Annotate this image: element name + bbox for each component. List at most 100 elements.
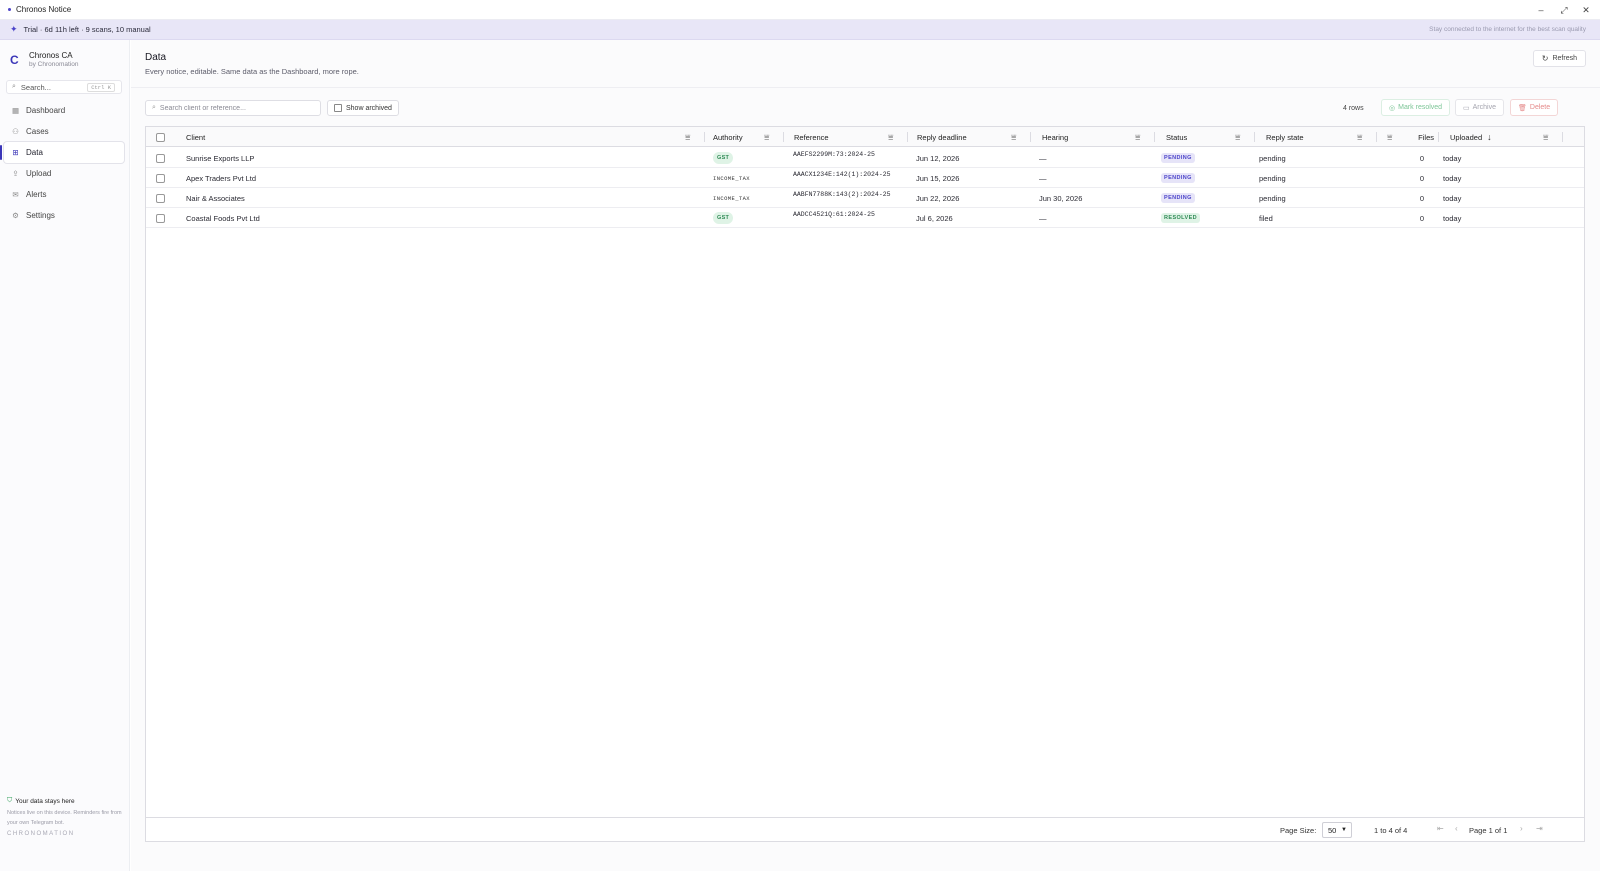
- uploaded-filter-icon[interactable]: ⩸: [1543, 127, 1548, 147]
- column-separator[interactable]: [907, 132, 908, 142]
- reference-cell[interactable]: AAACX1234E:142(1):2024-25: [793, 168, 891, 188]
- reference-cell[interactable]: AAEFS2299M:73:2024-25: [793, 148, 875, 168]
- column-separator[interactable]: [1030, 132, 1031, 142]
- files-cell[interactable]: 0: [1408, 168, 1424, 188]
- archive-button[interactable]: ▭ Archive: [1455, 99, 1504, 116]
- reply-state-cell[interactable]: pending: [1259, 148, 1286, 168]
- column-header-uploaded[interactable]: Uploaded ↓: [1450, 127, 1492, 147]
- sidebar-item-alerts[interactable]: ✉ Alerts: [4, 184, 124, 205]
- column-header-files[interactable]: Files: [1410, 127, 1434, 147]
- archive-label: Archive: [1472, 104, 1496, 111]
- table-search[interactable]: ⌕: [145, 100, 321, 116]
- row-checkbox[interactable]: [156, 193, 165, 203]
- connectivity-hint: Stay connected to the internet for the b…: [1429, 26, 1586, 33]
- reply-state-filter-icon[interactable]: ⩸: [1357, 127, 1362, 147]
- next-page-icon[interactable]: ›: [1520, 824, 1523, 833]
- sidebar-search[interactable]: ⌕ Search... Ctrl K: [6, 80, 122, 94]
- hearing-filter-icon[interactable]: ⩸: [1135, 127, 1140, 147]
- table-row[interactable]: Apex Traders Pvt Ltd INCOME_TAX AAACX1234E…: [146, 168, 1584, 188]
- authority-filter-icon[interactable]: ⩸: [764, 127, 769, 147]
- deadline-cell[interactable]: Jun 12, 2026: [916, 148, 959, 168]
- column-separator[interactable]: [1376, 132, 1377, 142]
- authority-cell[interactable]: GST: [713, 208, 734, 228]
- brand[interactable]: C Chronos CA by Chronomation: [10, 51, 79, 68]
- sidebar-item-upload[interactable]: ⇪ Upload: [4, 163, 124, 184]
- column-separator[interactable]: [783, 132, 784, 142]
- uploaded-cell[interactable]: today: [1443, 188, 1461, 208]
- show-archived-toggle[interactable]: Show archived: [327, 100, 399, 116]
- column-separator[interactable]: [704, 132, 705, 142]
- client-cell[interactable]: Coastal Foods Pvt Ltd: [186, 208, 260, 228]
- column-header-reference[interactable]: Reference: [794, 127, 829, 147]
- refresh-button[interactable]: ↻ Refresh: [1532, 50, 1586, 67]
- reply-state-cell[interactable]: filed: [1259, 208, 1273, 228]
- authority-cell[interactable]: GST: [713, 148, 734, 168]
- reference-cell[interactable]: AABFN7788K:143(2):2024-25: [793, 188, 891, 208]
- table-row[interactable]: Sunrise Exports LLP GST AAEFS2299M:73:2024…: [146, 148, 1584, 168]
- mark-resolved-button[interactable]: ◎ Mark resolved: [1381, 99, 1451, 116]
- select-all-checkbox[interactable]: [156, 132, 165, 142]
- authority-cell[interactable]: INCOME_TAX: [713, 188, 750, 208]
- row-checkbox[interactable]: [156, 213, 165, 223]
- first-page-icon[interactable]: ⇤: [1437, 824, 1444, 833]
- deadline-filter-icon[interactable]: ⩸: [1011, 127, 1016, 147]
- column-separator[interactable]: [1562, 132, 1563, 142]
- authority-cell[interactable]: INCOME_TAX: [713, 168, 750, 188]
- status-filter-icon[interactable]: ⩸: [1235, 127, 1240, 147]
- files-cell[interactable]: 0: [1408, 208, 1424, 228]
- row-checkbox[interactable]: [156, 153, 165, 163]
- deadline-cell[interactable]: Jun 22, 2026: [916, 188, 959, 208]
- reference-cell[interactable]: AADCC4521Q:61:2024-25: [793, 208, 875, 228]
- files-cell[interactable]: 0: [1408, 188, 1424, 208]
- column-header-reply-state[interactable]: Reply state: [1266, 127, 1304, 147]
- table-row[interactable]: Nair & Associates INCOME_TAX AABFN7788K:14…: [146, 188, 1584, 208]
- hearing-cell[interactable]: Jun 30, 2026: [1039, 188, 1082, 208]
- column-header-authority[interactable]: Authority: [713, 127, 743, 147]
- deadline-cell[interactable]: Jun 15, 2026: [916, 168, 959, 188]
- sidebar-item-settings[interactable]: ⚙ Settings: [4, 205, 124, 226]
- deadline-cell[interactable]: Jul 6, 2026: [916, 208, 953, 228]
- status-cell[interactable]: PENDING: [1161, 168, 1195, 188]
- reply-state-cell[interactable]: pending: [1259, 188, 1286, 208]
- client-cell[interactable]: Nair & Associates: [186, 188, 245, 208]
- reference-filter-icon[interactable]: ⩸: [888, 127, 893, 147]
- hearing-cell[interactable]: —: [1039, 148, 1047, 168]
- status-cell[interactable]: RESOLVED: [1161, 208, 1201, 228]
- client-filter-icon[interactable]: ⩸: [685, 127, 690, 147]
- page-subtitle: Every notice, editable. Same data as the…: [145, 67, 359, 76]
- table-row[interactable]: Coastal Foods Pvt Ltd GST AADCC4521Q:61:20…: [146, 208, 1584, 228]
- column-header-client[interactable]: Client: [186, 127, 205, 147]
- check-circle-icon: ◎: [1389, 104, 1396, 112]
- column-separator[interactable]: [1254, 132, 1255, 142]
- show-archived-checkbox[interactable]: [334, 104, 342, 112]
- column-header-status[interactable]: Status: [1166, 127, 1187, 147]
- hearing-cell[interactable]: —: [1039, 168, 1047, 188]
- status-cell[interactable]: PENDING: [1161, 188, 1195, 208]
- close-button[interactable]: ✕: [1575, 0, 1597, 20]
- maximize-button[interactable]: ⤢: [1553, 0, 1575, 20]
- minimize-button[interactable]: –: [1530, 0, 1552, 20]
- last-page-icon[interactable]: ⇥: [1536, 824, 1543, 833]
- files-cell[interactable]: 0: [1408, 148, 1424, 168]
- client-cell[interactable]: Sunrise Exports LLP: [186, 148, 254, 168]
- client-cell[interactable]: Apex Traders Pvt Ltd: [186, 168, 256, 188]
- sidebar-item-data[interactable]: ⊞ Data: [0, 142, 124, 163]
- uploaded-cell[interactable]: today: [1443, 168, 1461, 188]
- uploaded-cell[interactable]: today: [1443, 208, 1461, 228]
- uploaded-cell[interactable]: today: [1443, 148, 1461, 168]
- page-size-select[interactable]: 50 ▼: [1322, 822, 1352, 838]
- sidebar-item-dashboard[interactable]: ▦ Dashboard: [4, 100, 124, 121]
- reply-state-cell[interactable]: pending: [1259, 168, 1286, 188]
- column-header-reply-deadline[interactable]: Reply deadline: [917, 127, 967, 147]
- column-separator[interactable]: [1438, 132, 1439, 142]
- sidebar-item-cases[interactable]: ⚇ Cases: [4, 121, 124, 142]
- status-cell[interactable]: PENDING: [1161, 148, 1195, 168]
- hearing-cell[interactable]: —: [1039, 208, 1047, 228]
- delete-button[interactable]: 🗑 Delete: [1510, 99, 1559, 116]
- row-checkbox[interactable]: [156, 173, 165, 183]
- files-filter-icon[interactable]: ⩸: [1387, 127, 1392, 147]
- prev-page-icon[interactable]: ‹: [1455, 824, 1458, 833]
- column-header-hearing[interactable]: Hearing: [1042, 127, 1068, 147]
- table-search-input[interactable]: [159, 104, 310, 112]
- column-separator[interactable]: [1154, 132, 1155, 142]
